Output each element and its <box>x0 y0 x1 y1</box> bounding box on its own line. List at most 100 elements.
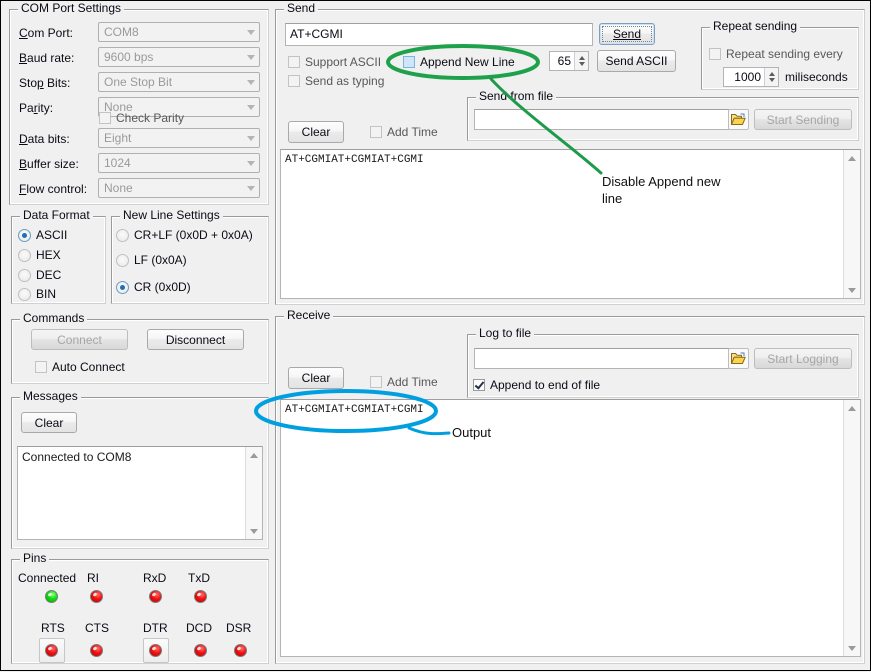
spinner-arrows[interactable] <box>574 52 588 70</box>
checkbox-box <box>288 56 300 68</box>
send-from-file-title: Send from file <box>476 90 556 103</box>
pin-led-connected <box>45 590 58 603</box>
send-title: Send <box>284 2 318 15</box>
scroll-up-icon[interactable] <box>844 150 860 166</box>
checkbox-box <box>709 48 721 60</box>
pin-label-rxd: RxD <box>143 571 166 585</box>
receive-scrollbar[interactable] <box>843 400 860 656</box>
check-parity-checkbox[interactable]: Check Parity <box>99 111 184 125</box>
baud-rate-select[interactable]: 9600 bps <box>98 47 260 67</box>
ascii-code-spinner[interactable]: 65 <box>549 51 589 71</box>
pin-led-dcd <box>194 644 207 657</box>
messages-clear-button[interactable]: Clear <box>21 412 77 433</box>
annotation-green-text: Disable Append new line <box>602 173 762 207</box>
repeat-unit-label: miliseconds <box>785 70 848 84</box>
flow-control-select[interactable]: None <box>98 178 260 198</box>
messages-scrollbar[interactable] <box>245 447 262 539</box>
support-ascii-checkbox[interactable]: Support ASCII <box>288 55 381 69</box>
pin-label-dtr: DTR <box>143 621 168 635</box>
radio-dot <box>18 288 31 301</box>
scroll-down-icon[interactable] <box>844 282 860 298</box>
append-to-end-of-file-checkbox[interactable]: Append to end of file <box>473 378 600 392</box>
messages-log-area[interactable]: Connected to COM8 <box>17 446 263 540</box>
append-new-line-label: Append New Line <box>420 55 515 69</box>
radio-dot <box>18 249 31 262</box>
send-add-time-checkbox[interactable]: Add Time <box>370 125 438 139</box>
radio-dot <box>116 281 129 294</box>
radio-label: CR (0x0D) <box>134 280 191 294</box>
stop-bits-select[interactable]: One Stop Bit <box>98 72 260 92</box>
ascii-code-value: 65 <box>550 54 574 68</box>
pins-title: Pins <box>20 552 49 565</box>
chevron-down-icon <box>247 105 255 110</box>
com-port-value: COM8 <box>104 25 139 39</box>
radio-data-format-ascii[interactable]: ASCII <box>18 228 67 242</box>
scroll-down-icon[interactable] <box>246 523 262 539</box>
append-new-line-checkbox[interactable]: Append New Line <box>403 55 515 69</box>
receive-add-time-checkbox[interactable]: Add Time <box>370 375 438 389</box>
start-logging-label: Start Logging <box>767 353 838 365</box>
pin-label-connected: Connected <box>18 571 76 585</box>
send-from-file-browse-button[interactable] <box>728 109 749 130</box>
pin-label-dsr: DSR <box>226 621 251 635</box>
receive-output-area[interactable]: AT+CGMIAT+CGMIAT+CGMI <box>280 399 861 657</box>
auto-connect-checkbox[interactable]: Auto Connect <box>35 360 125 374</box>
checkbox-box <box>370 126 382 138</box>
radio-label: DEC <box>36 268 61 282</box>
repeat-interval-spinner[interactable]: 1000 <box>723 67 779 87</box>
log-to-file-browse-button[interactable] <box>728 348 749 369</box>
repeat-sending-checkbox[interactable]: Repeat sending every <box>709 47 843 61</box>
scroll-up-icon[interactable] <box>246 447 262 463</box>
radio-label: ASCII <box>36 228 67 242</box>
radio-newline-lf[interactable]: LF (0x0A) <box>116 253 187 267</box>
send-log-area[interactable]: AT+CGMIAT+CGMIAT+CGMI <box>280 149 861 299</box>
send-button[interactable]: Send <box>599 23 655 45</box>
com-port-select[interactable]: COM8 <box>98 22 260 42</box>
baud-rate-label: Baud rate: <box>19 51 74 65</box>
scroll-down-icon[interactable] <box>844 640 860 656</box>
radio-label: BIN <box>36 287 56 301</box>
radio-dot <box>18 269 31 282</box>
connect-button[interactable]: Connect <box>31 329 128 350</box>
receive-clear-label: Clear <box>302 372 331 384</box>
start-sending-label: Start Sending <box>767 114 840 126</box>
checkbox-box <box>35 361 47 373</box>
send-ascii-button[interactable]: Send ASCII <box>597 50 676 72</box>
com-port-settings-title: COM Port Settings <box>18 2 124 15</box>
radio-newline-crlf[interactable]: CR+LF (0x0D + 0x0A) <box>116 228 253 242</box>
baud-rate-value: 9600 bps <box>104 50 153 64</box>
check-parity-label: Check Parity <box>116 111 184 125</box>
radio-data-format-dec[interactable]: DEC <box>18 268 61 282</box>
com-port-label: Com Port: <box>19 26 73 40</box>
send-from-file-path-input[interactable] <box>474 109 744 130</box>
spinner-arrows[interactable] <box>764 68 778 86</box>
radio-dot <box>116 229 129 242</box>
send-command-input[interactable]: AT+CGMI <box>285 23 593 46</box>
data-bits-value: Eight <box>104 131 131 145</box>
disconnect-button[interactable]: Disconnect <box>147 329 244 350</box>
start-logging-button[interactable]: Start Logging <box>754 348 852 369</box>
radio-data-format-bin[interactable]: BIN <box>18 287 56 301</box>
start-sending-button[interactable]: Start Sending <box>754 109 852 130</box>
receive-title: Receive <box>284 309 333 322</box>
data-bits-select[interactable]: Eight <box>98 128 260 148</box>
scroll-up-icon[interactable] <box>844 400 860 416</box>
radio-data-format-hex[interactable]: HEX <box>18 248 61 262</box>
pin-led-ri <box>90 590 103 603</box>
parity-label: Parity: <box>19 101 53 115</box>
log-to-file-path-input[interactable] <box>474 348 744 369</box>
send-clear-button[interactable]: Clear <box>288 121 344 143</box>
receive-clear-button[interactable]: Clear <box>288 367 344 389</box>
radio-newline-cr[interactable]: CR (0x0D) <box>116 280 191 294</box>
log-to-file-title: Log to file <box>476 327 534 340</box>
radio-label: LF (0x0A) <box>134 253 187 267</box>
chevron-down-icon <box>247 30 255 35</box>
send-as-typing-checkbox[interactable]: Send as typing <box>288 74 384 88</box>
new-line-settings-title: New Line Settings <box>120 209 223 222</box>
pin-label-dcd: DCD <box>186 621 212 635</box>
buffer-size-select[interactable]: 1024 <box>98 153 260 173</box>
send-log-scrollbar[interactable] <box>843 150 860 298</box>
checkbox-box <box>473 379 485 391</box>
pin-label-txd: TxD <box>188 571 210 585</box>
chevron-down-icon <box>247 161 255 166</box>
